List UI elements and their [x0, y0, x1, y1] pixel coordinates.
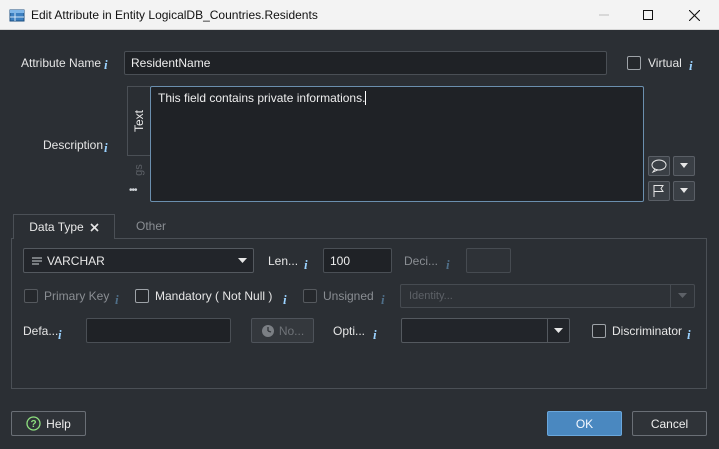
tab-joiner [14, 237, 114, 240]
primary-key-checkbox [24, 289, 38, 303]
length-input[interactable]: 100 [323, 248, 392, 273]
speech-bubble-icon [651, 159, 667, 173]
chevron-down-icon [554, 327, 563, 333]
data-type-value: VARCHAR [47, 253, 105, 268]
close-button[interactable] [671, 0, 717, 30]
unsigned-label: Unsigned [323, 289, 374, 303]
virtual-info-icon[interactable]: i [689, 58, 693, 74]
discriminator-checkbox[interactable] [592, 324, 606, 338]
attribute-name-info-icon[interactable]: i [104, 57, 108, 73]
help-button[interactable]: ? Help [11, 411, 86, 436]
virtual-label: Virtual [648, 56, 682, 70]
primary-key-label: Primary Key [44, 289, 110, 303]
help-icon: ? [26, 416, 41, 431]
mandatory-checkbox[interactable] [135, 289, 149, 303]
cancel-button[interactable]: Cancel [632, 411, 707, 436]
text-caret [365, 91, 367, 105]
mandatory-label: Mandatory ( Not Null ) [155, 289, 273, 303]
identity-placeholder: Identity... [409, 290, 453, 302]
default-label: Defa... [23, 324, 59, 338]
text-lines-icon [32, 257, 42, 264]
minimize-icon [599, 14, 609, 16]
options-label: Opti... [333, 324, 366, 338]
tab-description-tags-label: gs [132, 164, 145, 176]
decimal-info-icon: i [446, 257, 450, 272]
identity-select: Identity... [400, 284, 695, 308]
now-button: No... [251, 318, 314, 343]
comment-dropdown-button[interactable] [673, 156, 695, 176]
length-info-icon[interactable]: i [304, 257, 308, 273]
tab-data-type-label: Data Type [29, 220, 84, 234]
mandatory-info-icon[interactable]: i [283, 292, 287, 308]
options-select[interactable] [401, 318, 570, 343]
more-options-button[interactable]: ••• [129, 185, 137, 196]
attribute-name-input[interactable]: ResidentName [124, 51, 607, 75]
primary-key-info-icon: i [115, 292, 119, 307]
decimal-input [466, 248, 511, 273]
ok-button[interactable]: OK [547, 411, 622, 436]
options-info-icon[interactable]: i [373, 327, 377, 343]
length-label: Len... [268, 254, 299, 268]
data-type-select[interactable]: VARCHAR [23, 248, 254, 273]
flag-dropdown-button[interactable] [673, 181, 695, 201]
tab-other[interactable]: Other [136, 219, 166, 233]
close-icon [688, 9, 700, 21]
chevron-down-icon [680, 188, 688, 193]
description-text: This field contains private informations… [158, 91, 366, 105]
clock-icon [261, 324, 274, 337]
minimize-button[interactable] [581, 0, 627, 30]
maximize-icon [643, 10, 653, 20]
tab-description-tags[interactable]: gs [127, 158, 150, 182]
unsigned-info-icon: i [381, 292, 385, 307]
decimal-label: Deci... [404, 254, 439, 268]
description-textarea[interactable]: This field contains private informations… [150, 86, 644, 202]
close-icon[interactable] [90, 222, 99, 232]
description-label: Description [43, 138, 104, 152]
unsigned-checkbox [303, 289, 317, 303]
discriminator-info-icon[interactable]: i [687, 327, 691, 343]
virtual-checkbox[interactable] [627, 56, 641, 70]
tab-data-type[interactable]: Data Type [13, 214, 115, 239]
default-info-icon[interactable]: i [58, 327, 62, 343]
help-button-label: Help [46, 416, 71, 431]
flag-button[interactable] [648, 181, 670, 201]
chevron-down-icon [680, 163, 688, 168]
now-button-label: No... [278, 323, 305, 338]
title-bar: Edit Attribute in Entity LogicalDB_Count… [0, 0, 719, 30]
tab-description-text-label: Text [132, 109, 147, 133]
window-title: Edit Attribute in Entity LogicalDB_Count… [31, 8, 318, 22]
chevron-down-icon [678, 293, 687, 298]
attribute-name-label: Attribute Name [21, 56, 102, 70]
discriminator-label: Discriminator [612, 324, 683, 338]
database-table-icon [9, 9, 25, 22]
chevron-down-icon [238, 257, 247, 263]
tab-description-text[interactable]: Text [127, 86, 150, 156]
maximize-button[interactable] [625, 0, 671, 30]
default-input[interactable] [86, 318, 231, 343]
flag-icon [653, 185, 664, 197]
comment-button[interactable] [648, 156, 670, 176]
description-info-icon[interactable]: i [104, 140, 108, 156]
svg-text:?: ? [31, 419, 37, 430]
